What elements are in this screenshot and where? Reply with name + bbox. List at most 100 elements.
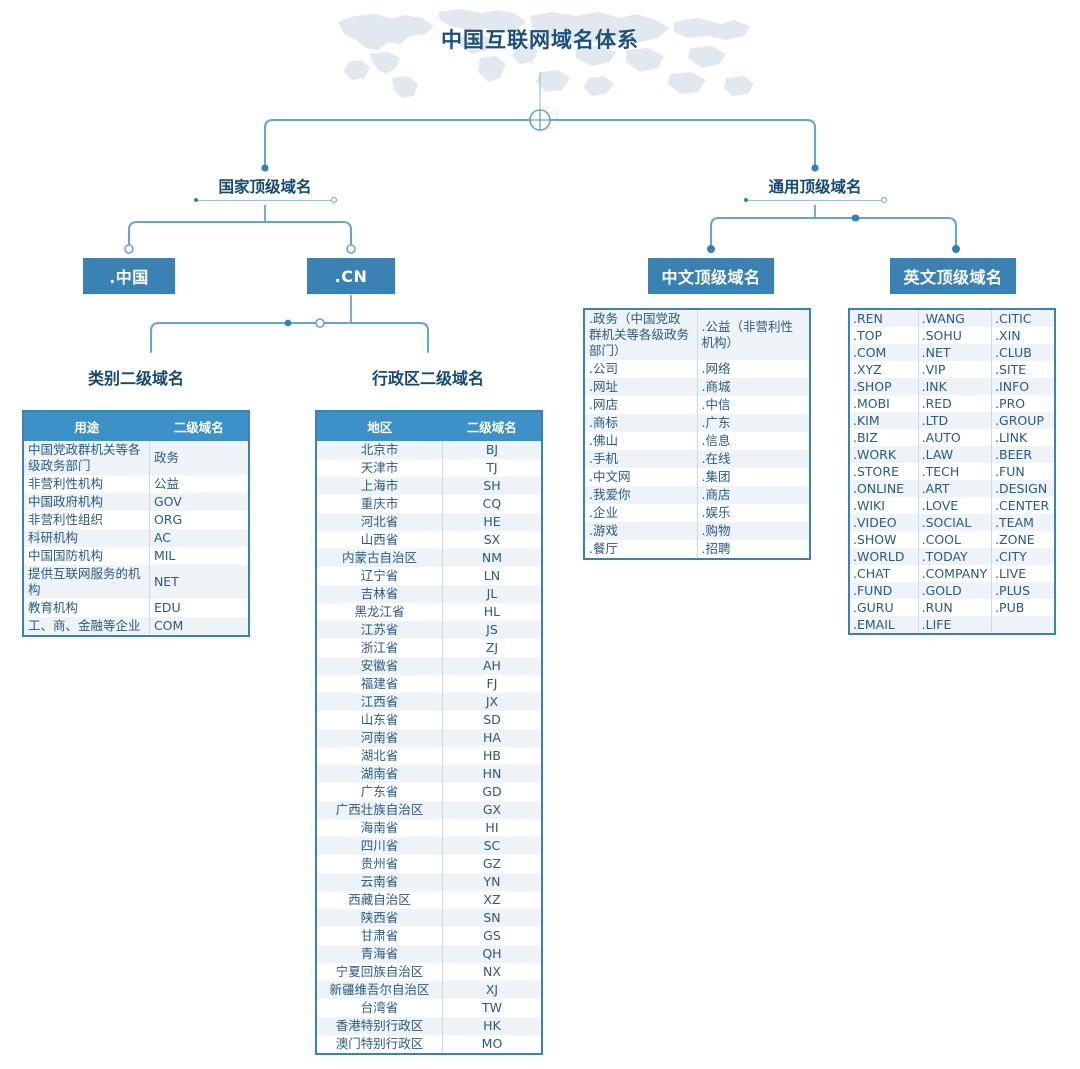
table-cell: .LINK xyxy=(991,429,1054,446)
table-row: .COM .NET .CLUB xyxy=(850,344,1054,361)
table-cell: .ONLINE xyxy=(850,480,919,497)
table-cell: .LIVE xyxy=(991,565,1054,582)
table-cell xyxy=(991,616,1054,633)
table-cell: GD xyxy=(442,783,541,801)
table-row: 新疆维吾尔自治区 XJ xyxy=(317,981,541,999)
table-cell: .网络 xyxy=(697,360,809,378)
table-row: .WORLD .TODAY .CITY xyxy=(850,548,1054,565)
table-row: .EMAIL .LIFE xyxy=(850,616,1054,633)
table-row: 宁夏回族自治区 NX xyxy=(317,963,541,981)
box-chinese-tld[interactable]: 中文顶级域名 xyxy=(648,258,774,294)
table-row: 内蒙古自治区 NM xyxy=(317,549,541,567)
table-row: 贵州省 GZ xyxy=(317,855,541,873)
table-row: .BIZ .AUTO .LINK xyxy=(850,429,1054,446)
table-cell: .佛山 xyxy=(585,432,698,450)
table-row: .商标 .广东 xyxy=(585,414,809,432)
table-cell: .中文网 xyxy=(585,468,698,486)
box-english-tld[interactable]: 英文顶级域名 xyxy=(890,258,1016,294)
box-dot-zhongguo[interactable]: .中国 xyxy=(83,258,175,294)
table-row: .GURU .RUN .PUB xyxy=(850,599,1054,616)
table-cell: EDU xyxy=(149,599,248,617)
table-cell: .WORLD xyxy=(850,548,919,565)
table-row: .公司 .网络 xyxy=(585,360,809,378)
table-row: .网址 .商城 xyxy=(585,378,809,396)
table-cell: SX xyxy=(442,531,541,549)
table-cell: .ZONE xyxy=(991,531,1054,548)
table-cell: .政务（中国党政群机关等各级政务部门） xyxy=(585,310,698,360)
table-cell: .SHOW xyxy=(850,531,919,548)
table-cell: 科研机构 xyxy=(24,529,150,547)
table-row: 江苏省 JS xyxy=(317,621,541,639)
table-cell: .WIKI xyxy=(850,497,919,514)
node-generic-tld-endpoint xyxy=(881,197,887,203)
table-cell: .商标 xyxy=(585,414,698,432)
node-country-tld-endpoint xyxy=(331,197,337,203)
table-cell: .EMAIL xyxy=(850,616,919,633)
table-cell: .企业 xyxy=(585,504,698,522)
table-cell: .PLUS xyxy=(991,582,1054,599)
table-row: 中国政府机构 GOV xyxy=(24,493,248,511)
table-cell: JL xyxy=(442,585,541,603)
table-cell: .PRO xyxy=(991,395,1054,412)
table-cell: 提供互联网服务的机构 xyxy=(24,565,150,599)
table-row: 湖北省 HB xyxy=(317,747,541,765)
box-dot-cn[interactable]: .CN xyxy=(307,258,395,294)
table-row: 非营利性机构 公益 xyxy=(24,475,248,493)
node-country-tld-dot xyxy=(194,198,198,202)
table-row: 浙江省 ZJ xyxy=(317,639,541,657)
table-cell: .SOCIAL xyxy=(918,514,993,531)
table-cell: BJ xyxy=(442,441,541,459)
table-cell: GOV xyxy=(149,493,248,511)
table-cell: XJ xyxy=(442,981,541,999)
table-cell: 江西省 xyxy=(317,693,443,711)
table-row: 重庆市 CQ xyxy=(317,495,541,513)
table-row: 辽宁省 LN xyxy=(317,567,541,585)
table-cell: MO xyxy=(442,1035,541,1053)
table-cell: 天津市 xyxy=(317,459,443,477)
table-row: 上海市 SH xyxy=(317,477,541,495)
table-cell: .广东 xyxy=(697,414,809,432)
table-cell: HA xyxy=(442,729,541,747)
table-row: 黑龙江省 HL xyxy=(317,603,541,621)
table-cell: .XYZ xyxy=(850,361,919,378)
table-row: 福建省 FJ xyxy=(317,675,541,693)
table-row: 吉林省 JL xyxy=(317,585,541,603)
table-cell: YN xyxy=(442,873,541,891)
table-row: .网店 .中信 xyxy=(585,396,809,414)
table-cell: .招聘 xyxy=(697,540,809,558)
table-cell: .COM xyxy=(850,344,919,361)
col-header-region: 地区 xyxy=(317,412,443,441)
table-cell: 吉林省 xyxy=(317,585,443,603)
table-cell: .LAW xyxy=(918,446,993,463)
table-row: 安徽省 AH xyxy=(317,657,541,675)
table-cell: .集团 xyxy=(697,468,809,486)
table-cell: .FUND xyxy=(850,582,919,599)
table-row: .SHOP .INK .INFO xyxy=(850,378,1054,395)
table-cell: .我爱你 xyxy=(585,486,698,504)
table-row: .SHOW .COOL .ZONE xyxy=(850,531,1054,548)
table-cell: .MOBI xyxy=(850,395,919,412)
table-row: .FUND .GOLD .PLUS xyxy=(850,582,1054,599)
table-cell: .手机 xyxy=(585,450,698,468)
table-cell: 重庆市 xyxy=(317,495,443,513)
table-cell: .XIN xyxy=(991,327,1054,344)
table-row: 工、商、金融等企业 COM xyxy=(24,617,248,635)
table-row: .餐厅 .招聘 xyxy=(585,540,809,558)
table-row: .TOP .SOHU .XIN xyxy=(850,327,1054,344)
table-cell: 工、商、金融等企业 xyxy=(24,617,150,635)
table-row: 河南省 HA xyxy=(317,729,541,747)
table-cell: .网址 xyxy=(585,378,698,396)
table-row: .CHAT .COMPANY .LIVE xyxy=(850,565,1054,582)
table-cell: NET xyxy=(149,565,248,599)
table-cell: ORG xyxy=(149,511,248,529)
table-cell: 教育机构 xyxy=(24,599,150,617)
table-cell: .REN xyxy=(850,310,919,327)
table-row: 中国国防机构 MIL xyxy=(24,547,248,565)
table-cell: NX xyxy=(442,963,541,981)
table-cell: QH xyxy=(442,945,541,963)
table-cell: 中国国防机构 xyxy=(24,547,150,565)
table-cell: .FUN xyxy=(991,463,1054,480)
table-row: .WORK .LAW .BEER xyxy=(850,446,1054,463)
table-cell: .NET xyxy=(918,344,993,361)
table-row: 教育机构 EDU xyxy=(24,599,248,617)
